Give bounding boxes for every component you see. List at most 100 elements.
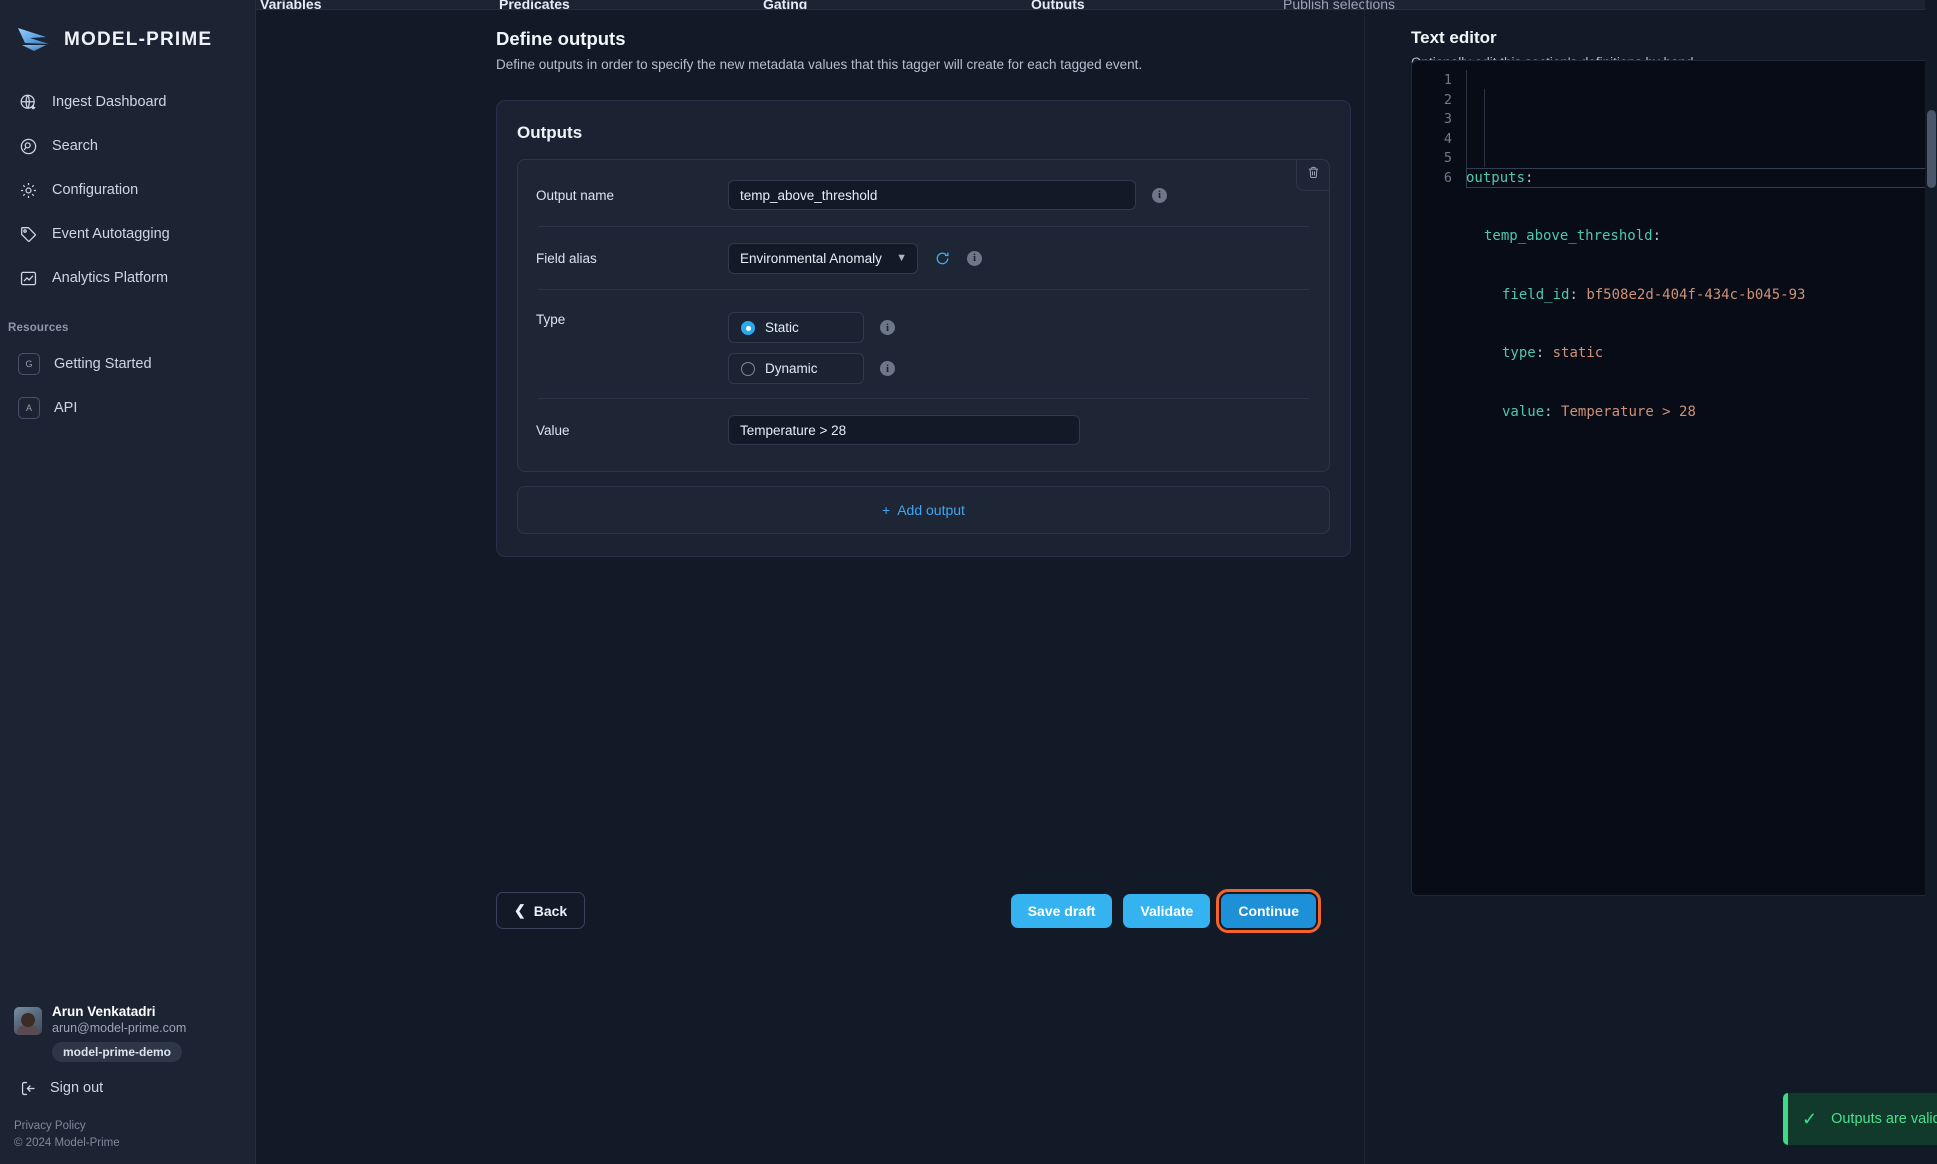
brand-logo[interactable]: MODEL-PRIME: [0, 0, 255, 62]
code-line-3: field_id: bf508e2d-404f-434c-b045-93: [1462, 286, 1937, 306]
active-line-highlight: [1466, 168, 1937, 188]
dynamic-info-icon[interactable]: i: [880, 361, 895, 376]
brand-name: MODEL-PRIME: [64, 29, 213, 50]
line-number: 1: [1443, 72, 1452, 88]
primary-actions: Save draft Validate Continue: [1010, 888, 1321, 933]
sidebar-item-configuration[interactable]: Configuration: [0, 168, 255, 212]
yaml-colon: :: [1544, 403, 1553, 420]
sidebar-item-label: Analytics Platform: [52, 270, 169, 286]
globe-download-icon: [18, 92, 38, 112]
output-name-input[interactable]: [728, 180, 1136, 210]
app-root: MODEL-PRIME Ingest Dashboard Search Conf…: [0, 0, 1937, 1164]
radio-dynamic[interactable]: Dynamic: [728, 353, 864, 384]
search-circle-icon: [18, 136, 38, 156]
add-output-button[interactable]: + Add output: [517, 486, 1330, 534]
value-input[interactable]: [728, 415, 1080, 445]
copyright-text: © 2024 Model-Prime: [14, 1137, 120, 1149]
gear-icon: [18, 180, 38, 200]
output-name-label: Output name: [536, 187, 615, 203]
api-badge-icon: A: [18, 397, 40, 419]
back-button[interactable]: ❮ Back: [496, 892, 586, 929]
sidebar-item-ingest-dashboard[interactable]: Ingest Dashboard: [0, 80, 255, 124]
sidebar-item-label: Configuration: [52, 182, 139, 198]
back-label: Back: [533, 902, 568, 919]
row-output-name: Output name i: [536, 164, 1311, 226]
radio-dot-icon: [741, 361, 755, 376]
field-alias-info-icon[interactable]: i: [967, 250, 982, 266]
wizard-actions: ❮ Back Save draft Validate Continue: [496, 888, 1321, 933]
check-icon: ✓: [1802, 1109, 1818, 1129]
validate-button[interactable]: Validate: [1123, 893, 1211, 928]
avatar: [14, 1007, 42, 1035]
line-number: 4: [1443, 130, 1452, 147]
outputs-card: Outputs Output name temp_above_threshold…: [496, 100, 1351, 557]
editor-code-area[interactable]: outputs: temp_above_threshold: field_id:…: [1462, 61, 1937, 895]
card-title: Outputs: [517, 123, 583, 142]
yaml-key: type: [1502, 345, 1536, 361]
line-number: 5: [1443, 150, 1452, 166]
user-profile[interactable]: Arun Venkatadri arun@model-prime.com mod…: [0, 1004, 255, 1062]
model-prime-wing-logo-icon: [16, 25, 54, 55]
sidebar-item-analytics-platform[interactable]: Analytics Platform: [0, 256, 255, 300]
radio-static-label: Static: [765, 320, 799, 335]
trash-icon: [1306, 165, 1321, 185]
sidebar-item-api[interactable]: A API: [0, 386, 255, 430]
field-alias-select[interactable]: Environmental Anomaly ▼: [728, 242, 918, 274]
yaml-key: value: [1502, 403, 1545, 420]
sidebar: MODEL-PRIME Ingest Dashboard Search Conf…: [0, 0, 256, 1164]
chevron-down-icon: ▼: [896, 251, 907, 264]
yaml-editor[interactable]: 1 2 3 4 5 6 outputs: temp_above_threshol…: [1411, 60, 1937, 896]
static-info-icon[interactable]: i: [880, 320, 895, 335]
outputs-panel: Define outputs Define outputs in order t…: [256, 0, 1364, 1164]
row-type: Type Static i Dynamic i: [536, 290, 1311, 398]
page-title: Define outputs: [496, 28, 626, 49]
field-alias-value: Environmental Anomaly: [740, 250, 882, 266]
page-scrollbar-thumb[interactable]: [1927, 110, 1936, 188]
yaml-value: bf508e2d-404f-434c-b045-93: [1586, 286, 1806, 303]
save-draft-button[interactable]: Save draft: [1010, 893, 1113, 928]
row-field-alias: Field alias Environmental Anomaly ▼ i: [536, 227, 1311, 289]
sidebar-item-getting-started[interactable]: G Getting Started: [0, 342, 255, 386]
sidebar-item-label: Getting Started: [54, 356, 152, 372]
editor-gutter: 1 2 3 4 5 6: [1412, 61, 1462, 895]
yaml-key: field_id: [1502, 286, 1570, 303]
sidebar-item-search[interactable]: Search: [0, 124, 255, 168]
add-output-label: Add output: [897, 502, 965, 518]
line-number: 3: [1443, 111, 1452, 127]
yaml-colon: :: [1569, 286, 1578, 303]
yaml-value: Temperature > 28: [1561, 403, 1696, 420]
indent-guide: [1484, 89, 1485, 167]
indent-guide: [1466, 70, 1467, 168]
image-chart-icon: [18, 268, 38, 288]
sidebar-item-label: API: [54, 400, 78, 416]
radio-dynamic-label: Dynamic: [765, 361, 818, 376]
sidebar-item-event-autotagging[interactable]: Event Autotagging: [0, 212, 255, 256]
sign-out-button[interactable]: Sign out: [0, 1062, 255, 1098]
user-email: arun@model-prime.com: [52, 1021, 187, 1035]
output-name-info-icon[interactable]: i: [1152, 187, 1167, 203]
privacy-policy-link[interactable]: Privacy Policy: [14, 1118, 255, 1135]
refresh-icon[interactable]: [934, 250, 951, 267]
sidebar-footer: Arun Venkatadri arun@model-prime.com mod…: [0, 1004, 255, 1164]
tag-icon: [18, 224, 38, 244]
sidebar-item-label: Ingest Dashboard: [52, 94, 167, 110]
user-name: Arun Venkatadri: [52, 1004, 156, 1019]
output-item: Output name i Field alias Environmental …: [517, 159, 1330, 472]
plus-icon: +: [882, 502, 891, 518]
delete-output-button[interactable]: [1296, 159, 1330, 191]
continue-button[interactable]: Continue: [1216, 888, 1321, 933]
sign-out-label: Sign out: [50, 1080, 104, 1096]
page-scrollbar[interactable]: [1925, 0, 1937, 1164]
radio-static[interactable]: Static: [728, 312, 864, 343]
line-number: 6: [1443, 169, 1452, 186]
yaml-key: temp_above_threshold: [1484, 228, 1653, 244]
toast-notification: ✓ Outputs are valid ✕: [1783, 1093, 1937, 1145]
yaml-value: static: [1552, 345, 1604, 361]
yaml-colon: :: [1652, 228, 1662, 244]
type-option-dynamic-row: Dynamic i: [728, 353, 895, 384]
org-badge: model-prime-demo: [52, 1042, 183, 1062]
value-label: Value: [536, 422, 570, 438]
type-label: Type: [536, 312, 566, 327]
getting-started-badge-icon: G: [18, 353, 40, 375]
sidebar-section-resources: Resources: [8, 322, 69, 334]
